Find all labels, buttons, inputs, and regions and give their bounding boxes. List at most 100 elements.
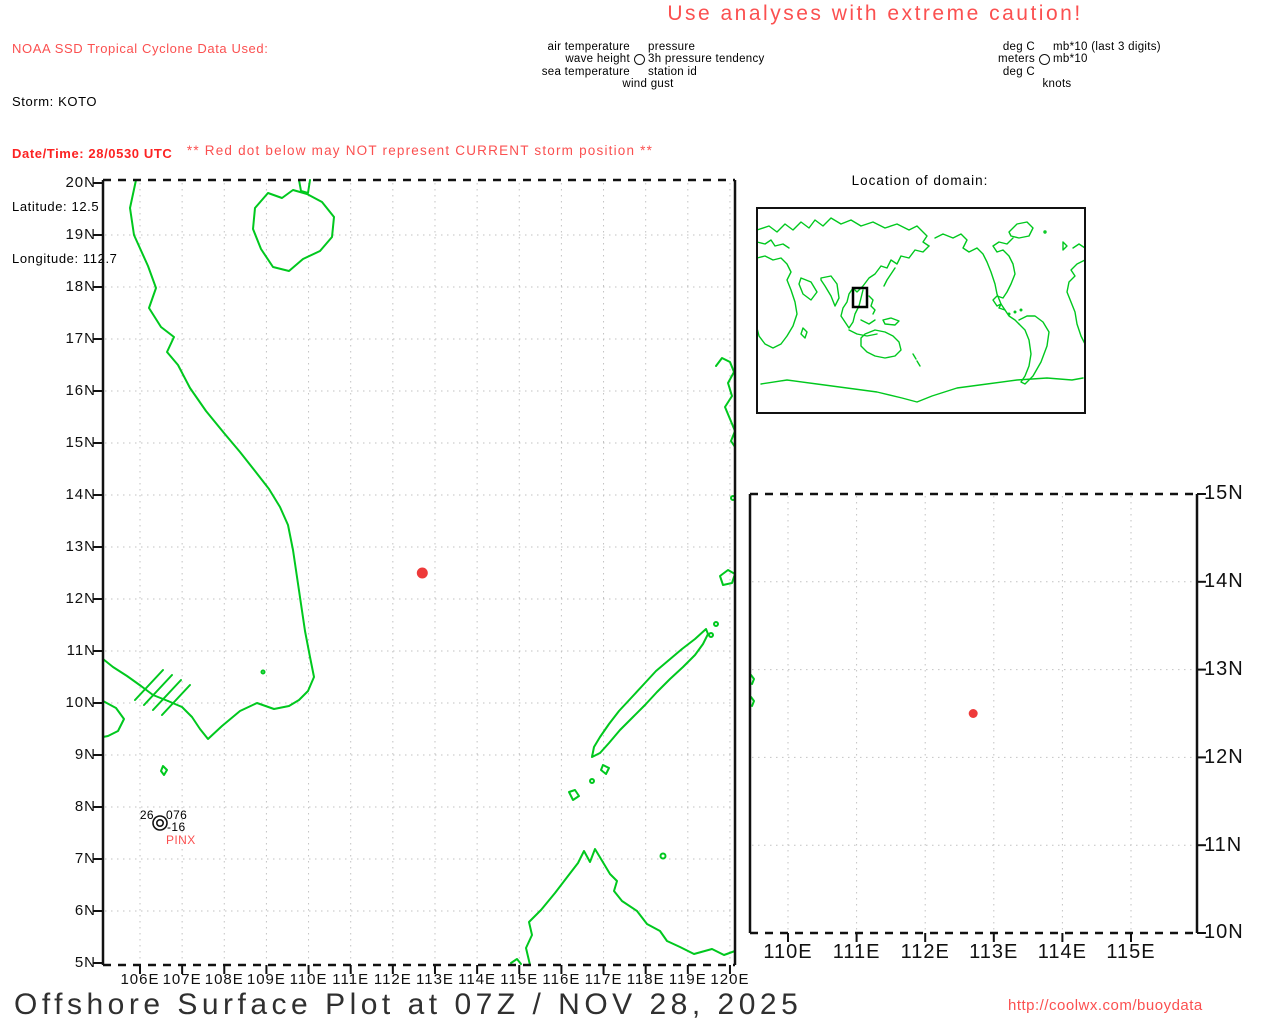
axis-label: 106E — [120, 971, 160, 988]
axis-label: 114E — [1037, 941, 1087, 963]
coastline — [102, 658, 169, 702]
storm-position-dot — [416, 567, 428, 579]
axis-label: 110E — [763, 941, 813, 963]
axis-label: 5N — [74, 954, 96, 972]
axis-label: 19N — [65, 226, 96, 244]
legend-sea-temperature: sea temperature — [541, 65, 630, 78]
units-legend: deg C mb*10 (last 3 digits) meters mb*10… — [860, 41, 1161, 78]
axis-label: 113E — [416, 971, 454, 988]
axis-label: 16N — [65, 382, 96, 400]
islet — [659, 852, 667, 860]
axis-label: 8N — [74, 798, 96, 816]
mindoro-island — [719, 569, 736, 586]
station-id-label: PINX — [166, 833, 196, 847]
axis-label: 9N — [74, 746, 96, 764]
main-map — [93, 178, 737, 974]
station-model-legend: air temperature pressure wave height 3h … — [440, 41, 765, 78]
unit-tendency: mb*10 — [1053, 53, 1088, 66]
legend-wind-gust: wind gust — [622, 78, 674, 90]
storm-position-dot — [968, 709, 978, 718]
legend-station-id: station id — [648, 65, 698, 78]
islet — [568, 789, 580, 801]
unit-pressure: mb*10 (last 3 digits) — [1053, 41, 1161, 53]
source-url: http://coolwx.com/buoydata — [1008, 997, 1203, 1014]
station-circle-icon — [633, 54, 645, 66]
axis-label: 13N — [65, 538, 96, 556]
world-coastlines — [756, 217, 1086, 403]
axis-label: 107E — [162, 971, 202, 988]
storm-position-warning: ** Red dot below may NOT represent CURRE… — [186, 143, 654, 158]
axis-label: 115E — [1106, 941, 1156, 963]
mekong-channels — [134, 669, 191, 716]
axis-label: 111E — [332, 971, 370, 988]
axis-label: 11N — [66, 642, 96, 660]
unit-deg-c-air: deg C — [1002, 41, 1035, 53]
axis-label: 20N — [65, 174, 96, 192]
axis-label: 15N — [1204, 482, 1244, 505]
islet — [589, 778, 595, 784]
axis-label: 10N — [1204, 921, 1244, 944]
islet — [260, 669, 266, 675]
axis-label: 7N — [74, 850, 96, 868]
axis-label: 18N — [65, 278, 96, 296]
coastline — [298, 179, 311, 194]
sub-map-coast-fragments — [750, 674, 755, 707]
axis-label: 112E — [373, 971, 412, 988]
luzon-coast — [715, 357, 736, 448]
axis-label: 6N — [74, 902, 96, 920]
legend-pressure: pressure — [648, 41, 696, 53]
axis-label: 17N — [65, 330, 96, 348]
station-plot-symbol — [152, 815, 168, 831]
islet — [600, 764, 610, 775]
hainan-island — [252, 189, 335, 272]
unit-deg-c-sea: deg C — [1002, 65, 1035, 78]
axis-label: 116E — [542, 971, 581, 988]
legend-air-temperature: air temperature — [547, 41, 630, 53]
axis-label: 11N — [1204, 833, 1243, 856]
zoomed-domain-map — [748, 492, 1206, 942]
legend-pressure-tendency: 3h pressure tendency — [648, 53, 765, 66]
borneo-coast — [525, 848, 736, 966]
axis-label: 10N — [65, 694, 96, 712]
sub-map-gridlines — [752, 493, 1206, 942]
station-air-temperature: 26 — [139, 808, 154, 822]
axis-label: 12N — [1204, 745, 1244, 768]
axis-label: 115E — [500, 971, 539, 988]
palawan-island — [591, 628, 709, 758]
main-map-gridlines — [93, 182, 733, 974]
coastline — [102, 700, 125, 738]
axis-label: 13N — [1204, 658, 1244, 680]
world-inset-map — [756, 207, 1086, 414]
plot-title: Offshore Surface Plot at 07Z / NOV 28, 2… — [14, 988, 803, 1021]
caution-headline: Use analyses with extreme caution! — [667, 2, 1083, 25]
axis-label: 119E — [668, 971, 707, 988]
axis-label: 110E — [289, 971, 328, 988]
axis-label: 112E — [900, 941, 950, 963]
axis-label: 120E — [710, 971, 750, 988]
axis-label: 111E — [832, 941, 881, 963]
station-pressure-tendency: -16 — [167, 820, 186, 834]
unit-meters: meters — [998, 53, 1035, 66]
axis-label: 113E — [969, 941, 1019, 963]
axis-label: 109E — [246, 971, 286, 988]
axis-label: 14N — [65, 486, 96, 504]
axis-label: 108E — [204, 971, 244, 988]
islet — [713, 621, 719, 627]
station-circle-icon — [1038, 54, 1050, 66]
buoy-plot-page: NOAA SSD Tropical Cyclone Data Used: Sto… — [0, 0, 1280, 1024]
axis-label: 15N — [65, 434, 96, 452]
inset-title: Location of domain: — [851, 173, 989, 188]
legend-wave-height: wave height — [565, 53, 630, 66]
unit-knots: knots — [1042, 78, 1072, 90]
coastline — [129, 179, 315, 740]
island — [160, 765, 168, 776]
axis-label: 118E — [626, 971, 665, 988]
axis-label: 114E — [458, 971, 497, 988]
axis-label: 117E — [584, 971, 623, 988]
islet — [510, 958, 522, 965]
axis-label: 12N — [65, 590, 96, 608]
cyclone-info-title: NOAA SSD Tropical Cyclone Data Used: — [12, 41, 269, 56]
axis-label: 14N — [1204, 570, 1244, 593]
storm-name-line: Storm: KOTO — [12, 93, 98, 109]
islet — [708, 632, 714, 638]
